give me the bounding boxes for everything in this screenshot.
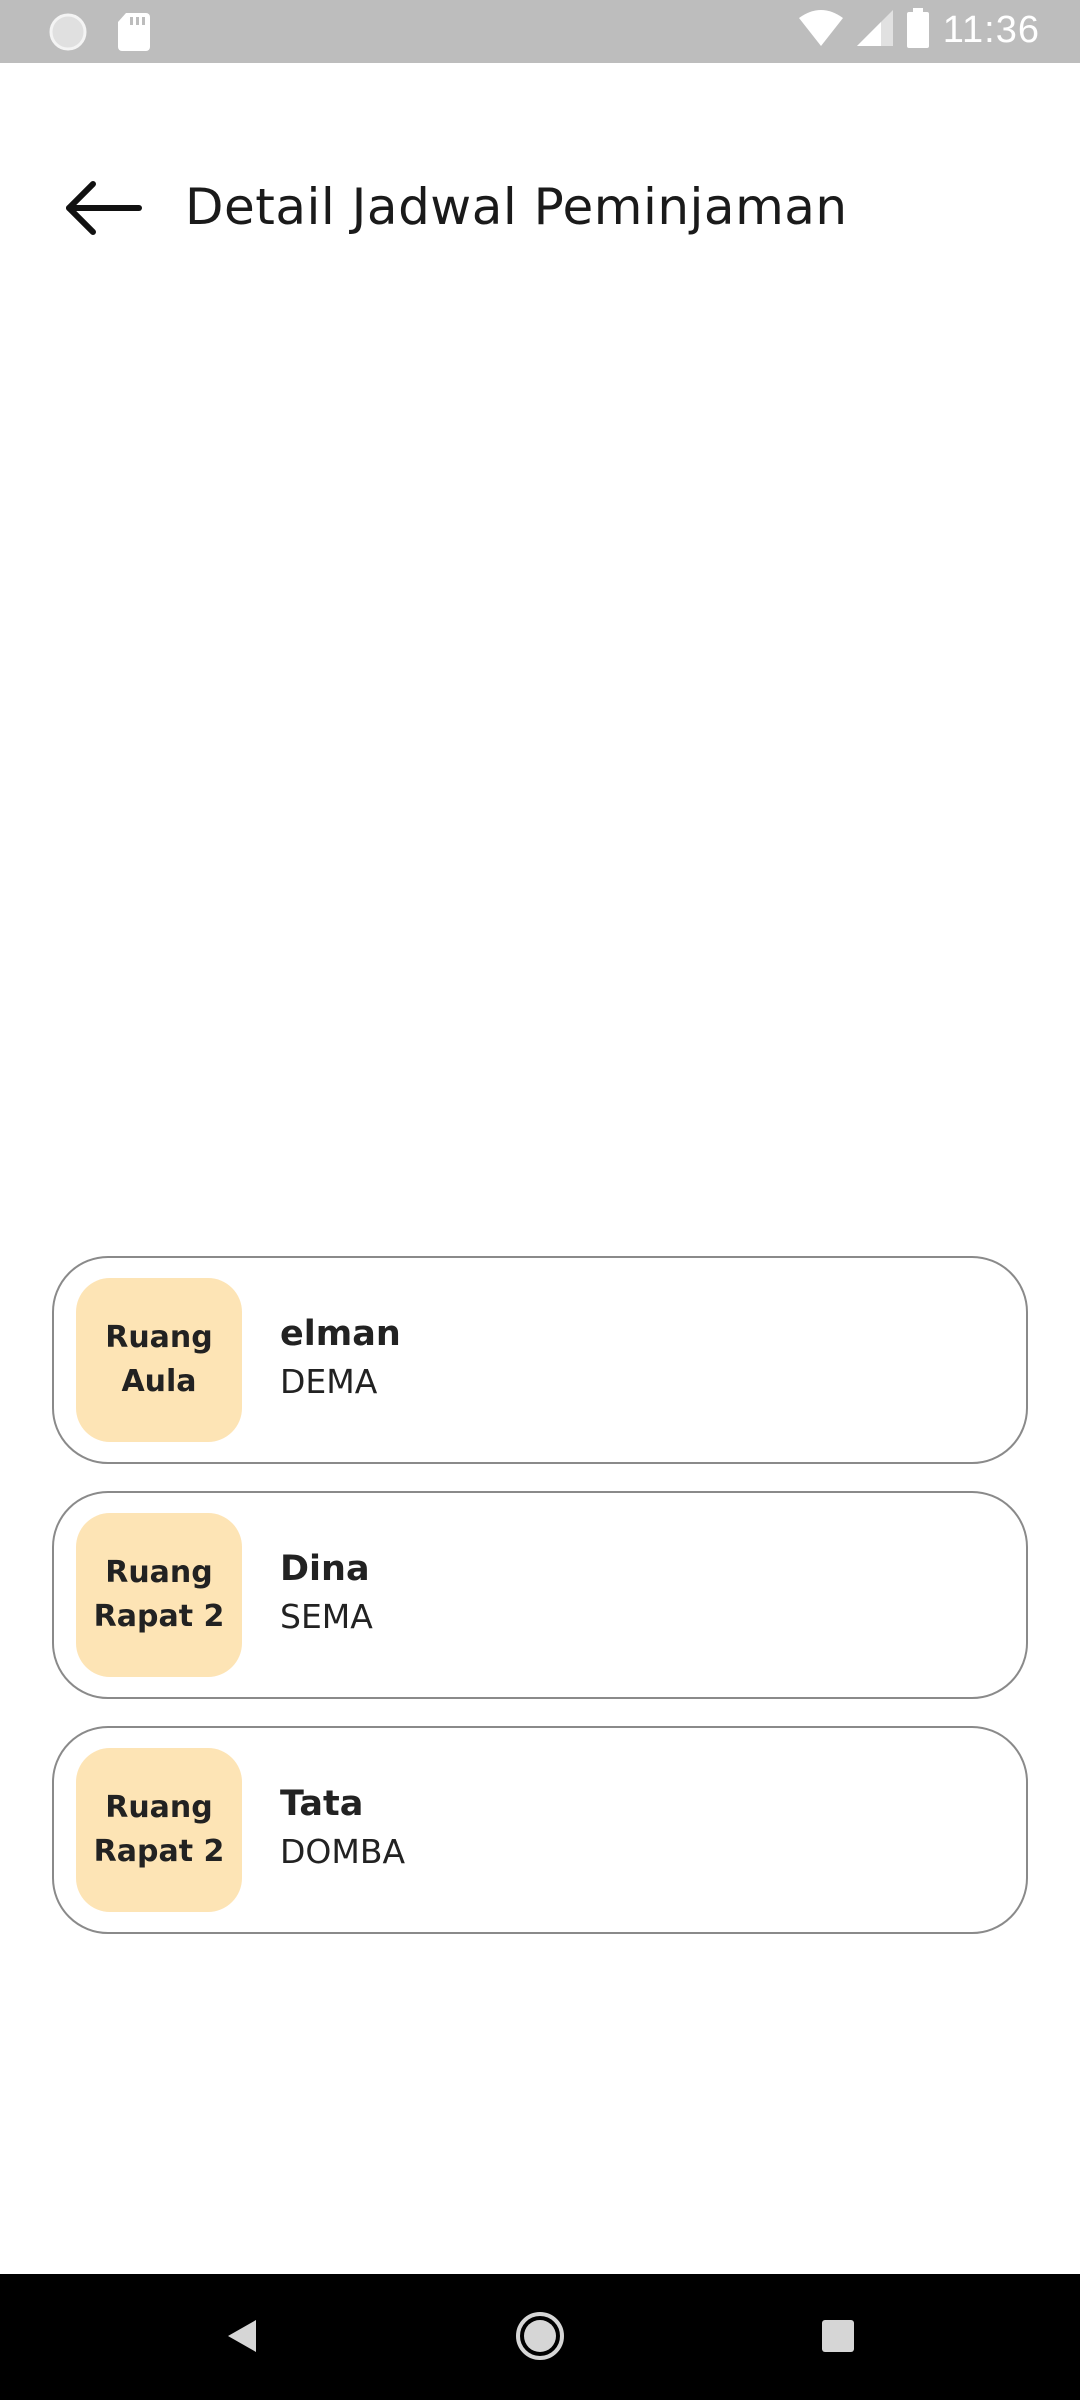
room-label-line2: Aula [121,1364,197,1399]
status-bar-right: 11:36 [798,8,1040,53]
booking-card[interactable]: Ruang Aula elman DEMA [52,1256,1028,1464]
room-label-line1: Ruang [105,1790,213,1825]
booking-card[interactable]: Ruang Rapat 2 Dina SEMA [52,1491,1028,1699]
nav-home-icon [510,2312,570,2370]
borrower-name: elman [280,1314,401,1354]
status-bar: 11:36 [0,0,1080,63]
nav-back-icon [218,2320,262,2370]
room-badge: Ruang Aula [76,1278,242,1442]
booking-card[interactable]: Ruang Rapat 2 Tata DOMBA [52,1726,1028,1934]
borrower-name: Dina [280,1549,370,1589]
room-badge: Ruang Rapat 2 [76,1748,242,1912]
app-header: Detail Jadwal Peminjaman [0,150,1080,270]
borrower-organization: DOMBA [280,1832,406,1871]
nav-home-button[interactable] [510,2306,570,2371]
room-label-line2: Rapat 2 [93,1599,225,1634]
battery-icon [906,8,929,53]
system-nav-bar [0,2274,1080,2400]
status-bar-left [48,12,150,57]
nav-recents-button[interactable] [816,2306,860,2371]
room-label-line1: Ruang [105,1555,213,1590]
borrower-name: Tata [280,1784,364,1824]
sd-card-icon [118,13,150,56]
borrower-organization: DEMA [280,1362,378,1401]
borrower-organization: SEMA [280,1597,373,1636]
booking-list: Ruang Aula elman DEMA Ruang Rapat 2 Dina… [52,1256,1028,1961]
status-time: 11:36 [942,9,1040,51]
page-title: Detail Jadwal Peminjaman [185,178,848,236]
nav-recents-icon [816,2320,860,2370]
nav-back-button[interactable] [218,2306,262,2371]
room-label-line2: Rapat 2 [93,1834,225,1869]
notification-dot-icon [48,12,88,57]
cell-signal-icon [856,10,893,51]
back-button[interactable] [58,175,148,245]
arrow-left-icon [63,180,143,241]
room-badge: Ruang Rapat 2 [76,1513,242,1677]
wifi-icon [798,10,843,51]
room-label-line1: Ruang [105,1320,213,1355]
